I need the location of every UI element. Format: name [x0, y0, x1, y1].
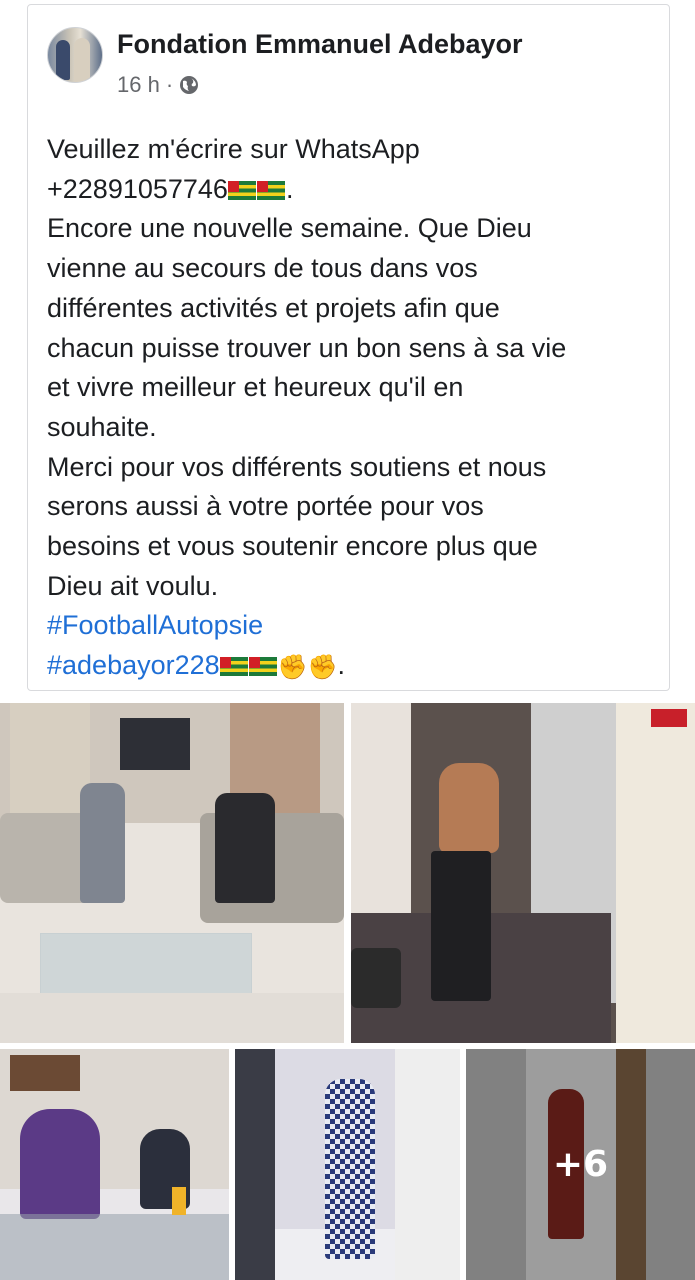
post-line-phone: +22891057746. [47, 170, 657, 210]
togo-flag-icon [248, 657, 277, 677]
post-line: chacun puisse trouver un bon sens à sa v… [47, 332, 567, 363]
photo-person [80, 783, 125, 903]
photo-door [235, 1049, 275, 1280]
photo-person-torso [439, 763, 499, 853]
avatar-figure-right [74, 38, 90, 82]
fist-icon: ✊ [277, 654, 308, 682]
photo-more[interactable]: +6 [466, 1049, 695, 1280]
page-avatar[interactable] [47, 27, 103, 83]
post-line: serons aussi à votre portée pour vos [47, 491, 484, 522]
post-text: Veuillez m'écrire sur WhatsApp +22891057… [47, 130, 657, 688]
photo-tv [120, 718, 190, 770]
post-line: et vivre meilleur et heureux qu'il en [47, 372, 464, 403]
photo-mirror-selfie[interactable] [351, 703, 695, 1043]
photo-stool [351, 948, 401, 1008]
photo-living-room[interactable] [0, 703, 344, 1043]
photo-person [325, 1079, 375, 1259]
togo-flag-icon [256, 180, 285, 200]
page-name[interactable]: Fondation Emmanuel Adebayor [117, 29, 523, 60]
togo-flag-icon [219, 657, 248, 677]
avatar-figure-left [56, 40, 70, 80]
photo-wall [395, 1049, 460, 1280]
globe-icon [180, 76, 199, 94]
photo-badge [651, 709, 687, 727]
phone-number[interactable]: +22891057746 [47, 174, 228, 204]
post-card: Fondation Emmanuel Adebayor 16 h · Veuil… [27, 4, 670, 691]
post-line: Veuillez m'écrire sur WhatsApp [47, 134, 420, 164]
photo-person [215, 793, 275, 903]
fist-icon: ✊ [307, 654, 338, 682]
photo-wall [616, 703, 695, 1043]
post-line: vienne au secours de tous dans vos [47, 253, 478, 284]
photo-frame [10, 1055, 80, 1091]
post-line: Merci pour vos différents soutiens et no… [47, 451, 547, 482]
post-line: Dieu ait voulu. [47, 570, 219, 601]
togo-flag-icon [227, 180, 256, 200]
photo-glass [172, 1187, 186, 1215]
post-timestamp[interactable]: 16 h [117, 72, 160, 98]
post-meta: 16 h · [117, 72, 199, 98]
hashtag-link[interactable]: #FootballAutopsie [47, 606, 657, 646]
post-line: Encore une nouvelle semaine. Que Dieu [47, 213, 532, 244]
photo-shelf [351, 703, 411, 923]
post-line: différentes activités et projets afin qu… [47, 292, 500, 323]
photo-curtain [10, 703, 90, 813]
more-photos-count: +6 [552, 1144, 609, 1185]
hashtag-link[interactable]: #adebayor228 [47, 650, 220, 680]
photo-checkered-outfit[interactable] [235, 1049, 460, 1280]
photo-person [20, 1109, 100, 1219]
photo-floor [0, 993, 344, 1043]
photo-table [0, 1214, 229, 1280]
photo-person-legs [431, 851, 491, 1001]
more-photos-overlay[interactable]: +6 [466, 1049, 695, 1280]
post-line: souhaite. [47, 411, 157, 442]
post-line: besoins et vous soutenir encore plus que [47, 531, 538, 562]
photo-meeting-child[interactable] [0, 1049, 229, 1280]
phone-suffix: . [285, 173, 294, 204]
meta-separator: · [165, 72, 174, 97]
hashtag-suffix: . [337, 650, 345, 681]
post-line-hashtag: #adebayor228 ✊✊. [47, 646, 657, 688]
